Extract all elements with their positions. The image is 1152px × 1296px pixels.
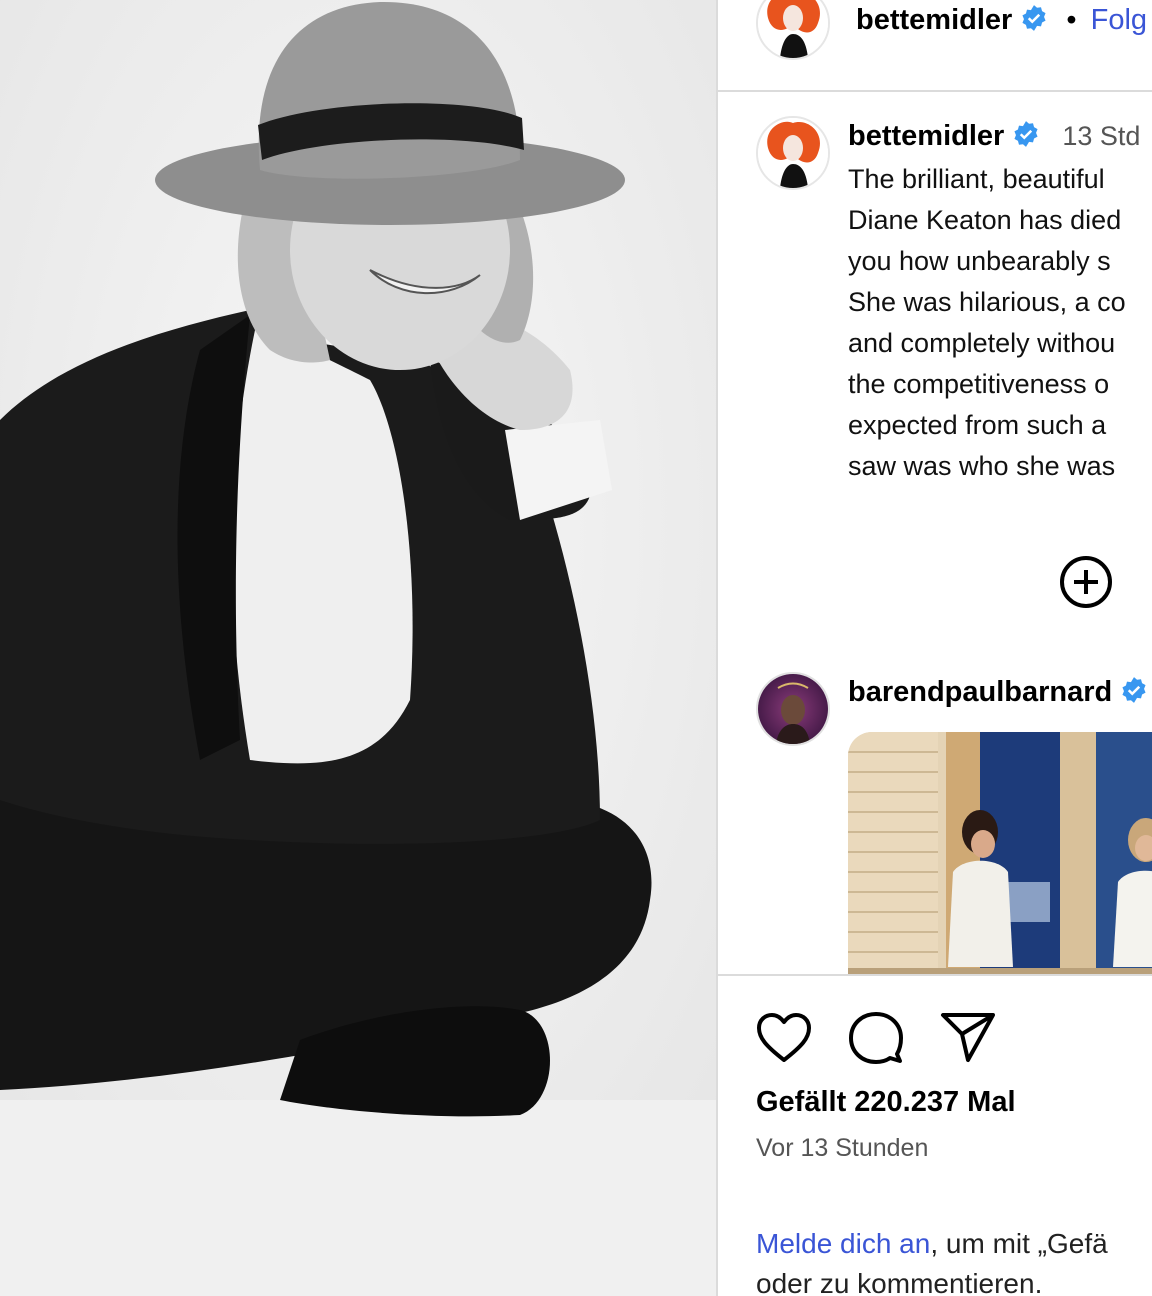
verified-badge-icon bbox=[1020, 4, 1048, 40]
caption-line: the competitiveness o bbox=[848, 369, 1110, 399]
login-link[interactable]: Melde dich an bbox=[756, 1228, 930, 1259]
author-avatar[interactable] bbox=[756, 0, 830, 60]
comment-button[interactable] bbox=[848, 1010, 904, 1071]
caption-username[interactable]: bettemidler bbox=[848, 120, 1004, 152]
paper-plane-icon bbox=[941, 1013, 995, 1062]
portrait-illustration bbox=[0, 0, 716, 1296]
caption-line: and completely withou bbox=[848, 328, 1116, 358]
avatar-image bbox=[758, 674, 828, 744]
caption-line: She was hilarious, a co bbox=[848, 287, 1126, 317]
header-username[interactable]: bettemidler • Folg bbox=[856, 4, 1147, 40]
caption-line: Diane Keaton has died bbox=[848, 205, 1122, 235]
caption-line: saw was who she was bbox=[848, 451, 1116, 481]
commenter-header: barendpaulbarnard bbox=[848, 676, 1148, 712]
post-side-panel: bettemidler • Folg bettemidler 13 Std Th… bbox=[718, 0, 1152, 1296]
avatar-image bbox=[758, 0, 828, 58]
caption-time: 13 Std bbox=[1062, 121, 1141, 151]
follow-button[interactable]: Folg bbox=[1091, 4, 1147, 36]
post-photo bbox=[0, 0, 716, 1296]
verified-badge-icon bbox=[1120, 676, 1148, 712]
caption-line: you how unbearably s bbox=[848, 246, 1111, 276]
share-button[interactable] bbox=[940, 1010, 996, 1069]
avatar-image bbox=[758, 118, 828, 188]
commenter-avatar[interactable] bbox=[756, 672, 830, 746]
load-more-comments-button[interactable] bbox=[1058, 554, 1114, 615]
heart-icon bbox=[757, 1013, 811, 1062]
verified-badge-icon bbox=[1012, 120, 1040, 156]
login-prompt: Melde dich an, um mit „Gefä bbox=[756, 1228, 1108, 1260]
caption-line: expected from such a bbox=[848, 410, 1107, 440]
caption-avatar[interactable] bbox=[756, 116, 830, 190]
login-prompt-line2: oder zu kommentieren. bbox=[756, 1268, 1043, 1296]
commenter-username[interactable]: barendpaulbarnard bbox=[848, 676, 1112, 708]
caption-header: bettemidler 13 Std bbox=[848, 120, 1140, 156]
post-timestamp[interactable]: Vor 13 Stunden bbox=[756, 1134, 928, 1163]
likes-count[interactable]: Gefällt 220.237 Mal bbox=[756, 1086, 1016, 1119]
speech-bubble-icon bbox=[849, 1012, 903, 1064]
caption-line: The brilliant, beautiful bbox=[848, 164, 1105, 194]
header-username-text[interactable]: bettemidler bbox=[856, 4, 1012, 36]
like-button[interactable] bbox=[756, 1012, 812, 1069]
plus-circle-icon bbox=[1060, 556, 1112, 608]
header-separator: • bbox=[1066, 4, 1077, 36]
header-divider bbox=[718, 90, 1152, 92]
login-prompt-text: , um mit „Gefä bbox=[930, 1228, 1108, 1259]
comment-gif[interactable] bbox=[848, 732, 1152, 974]
actions-divider bbox=[718, 974, 1152, 976]
gif-image bbox=[848, 732, 1152, 974]
